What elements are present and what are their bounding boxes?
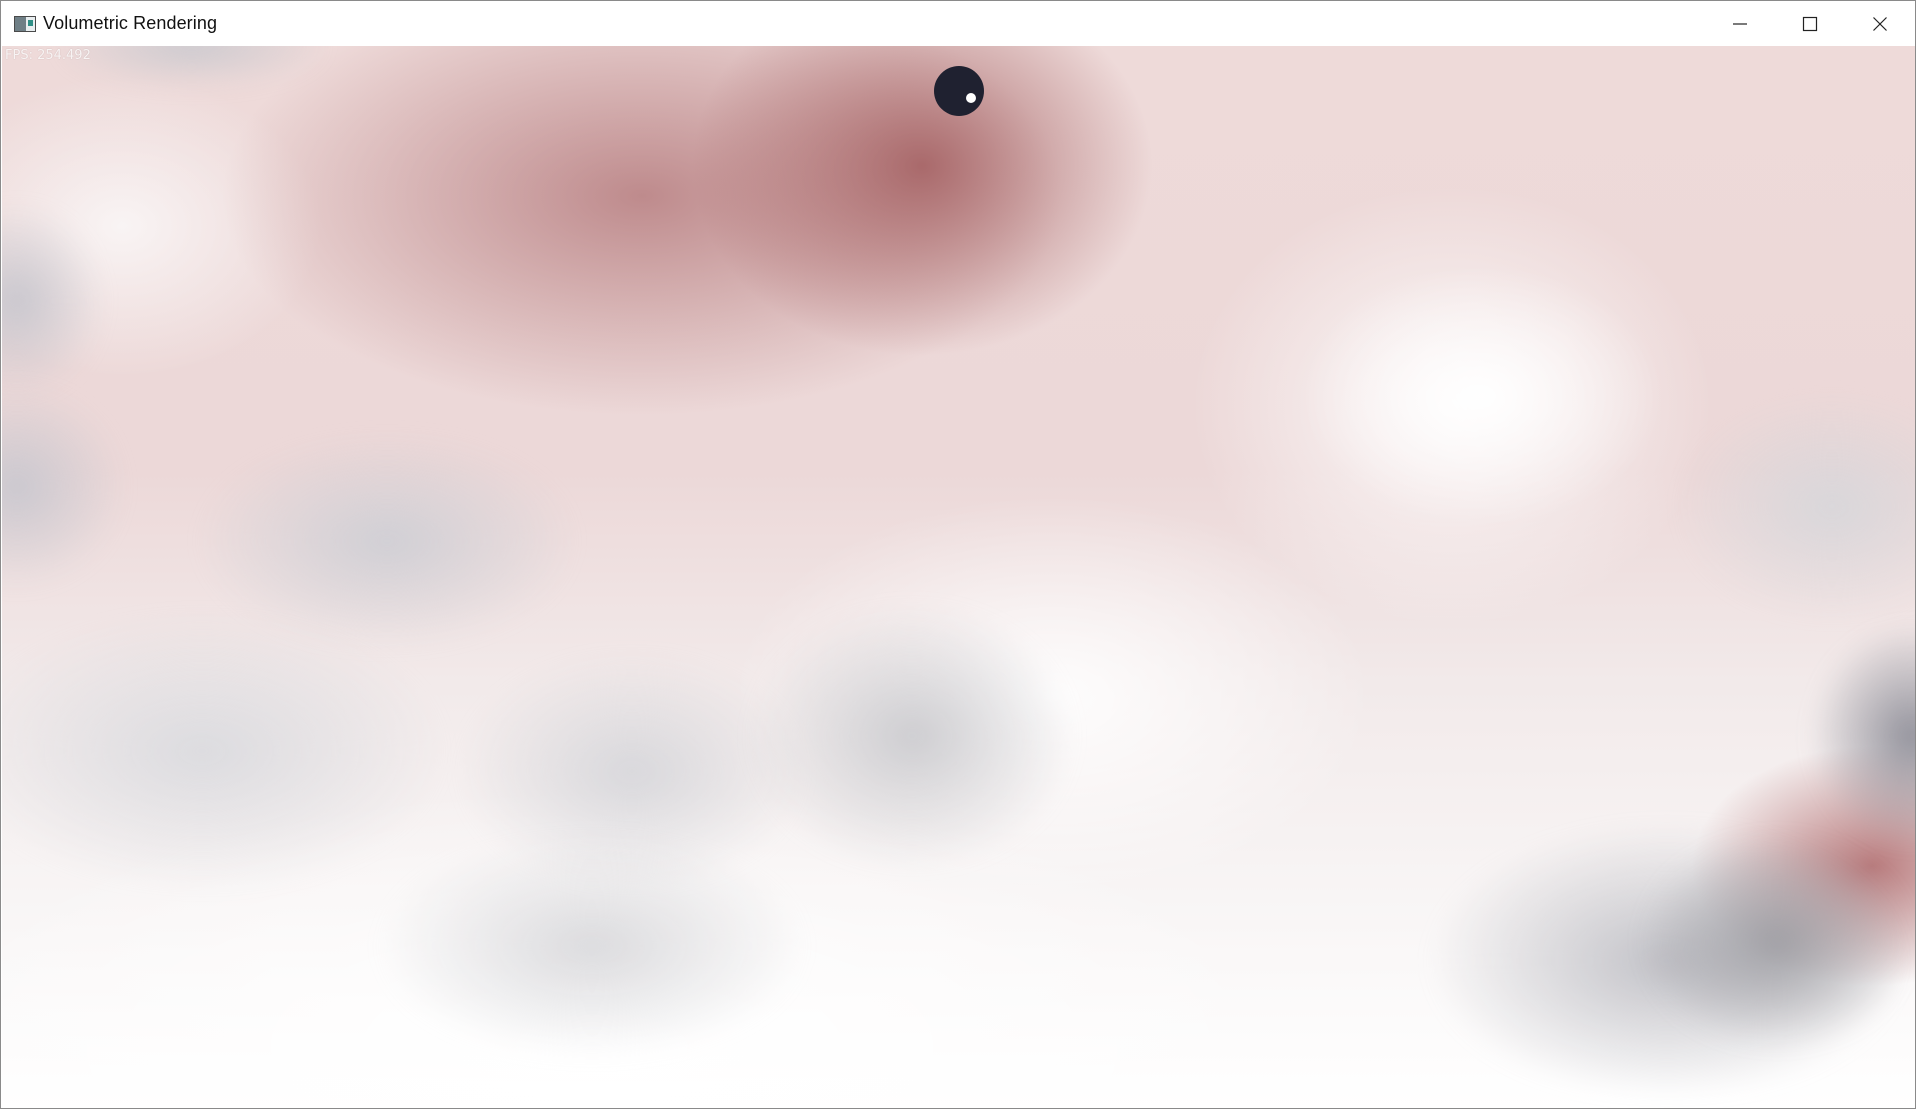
app-window: Volumetric Rendering FPS: 254.492: [0, 0, 1916, 1109]
fps-counter: FPS: 254.492: [5, 48, 91, 63]
close-button[interactable]: [1845, 1, 1915, 46]
cloud-blob: [1432, 826, 1902, 1096]
window-controls: [1705, 1, 1915, 46]
window-title: Volumetric Rendering: [43, 13, 218, 33]
cloud-blob: [752, 606, 1072, 866]
maximize-button[interactable]: [1775, 1, 1845, 46]
app-window-icon: [14, 15, 36, 32]
render-viewport[interactable]: FPS: 254.492: [2, 46, 1915, 1108]
cursor-indicator: [934, 66, 984, 116]
cloud-blob: [2, 386, 122, 586]
cloud-blob: [462, 656, 802, 886]
cloud-blob: [2, 206, 102, 396]
minimize-button[interactable]: [1705, 1, 1775, 46]
minimize-icon: [1733, 22, 1747, 25]
cloud-blob: [1682, 396, 1915, 616]
cursor-dot: [966, 93, 976, 103]
close-icon: [1873, 16, 1887, 31]
cloud-blob: [1812, 626, 1915, 846]
title-bar[interactable]: Volumetric Rendering: [1, 1, 1915, 46]
cloud-blob: [202, 436, 572, 646]
cloud-blob: [62, 46, 322, 86]
cloud-blob: [2, 616, 442, 886]
cloud-blob: [382, 836, 802, 1056]
maximize-icon: [1802, 16, 1818, 31]
cloud-blob: [1642, 836, 1912, 1046]
